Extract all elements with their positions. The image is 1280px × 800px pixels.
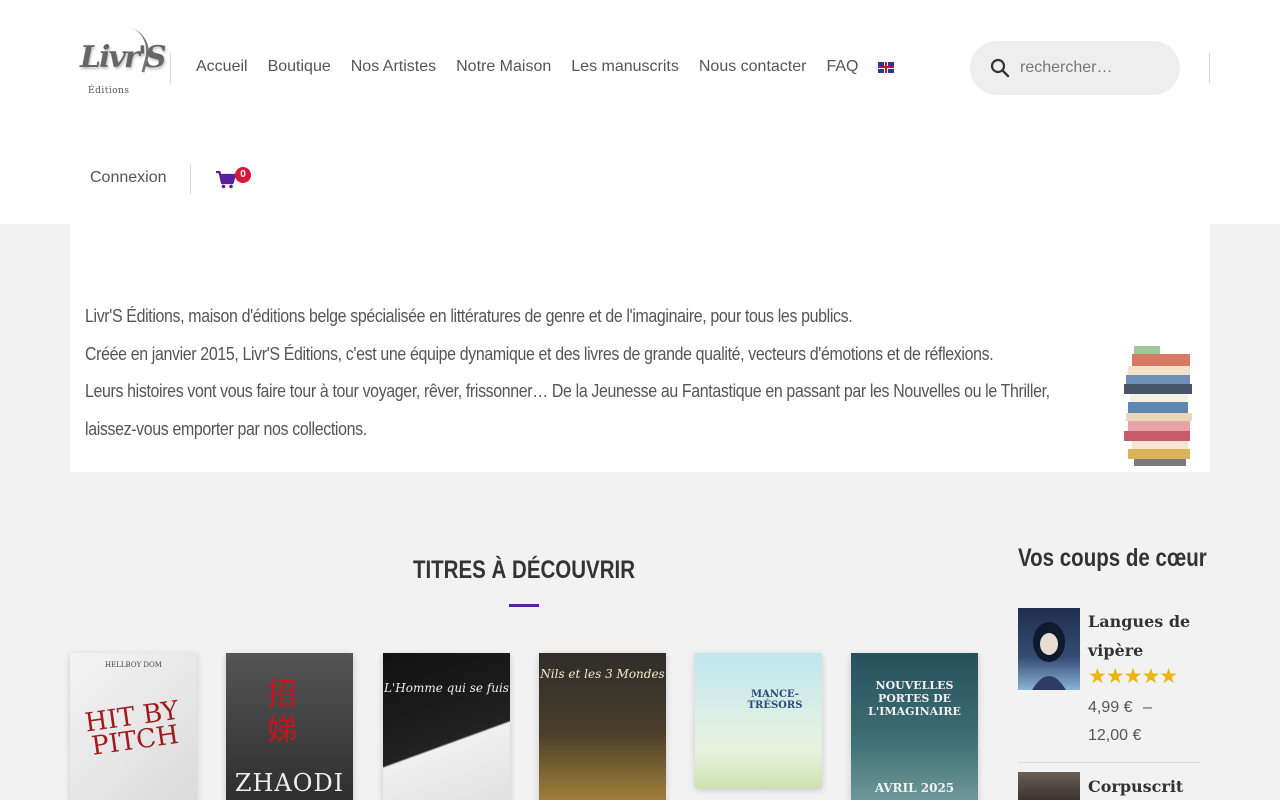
divider xyxy=(170,53,171,83)
nav-nos-artistes[interactable]: Nos Artistes xyxy=(351,58,436,76)
favorite-title[interactable]: Langues de vipère xyxy=(1088,607,1198,665)
search-icon[interactable] xyxy=(990,58,1010,78)
cover-glyphs: 招娣 xyxy=(267,677,297,748)
intro-line: laissez-vous emporter par nos collection… xyxy=(85,417,367,439)
price-range: 4,99 € – xyxy=(1088,699,1152,717)
price-from: 4,99 € xyxy=(1088,699,1133,716)
site-logo[interactable]: Livr'S Éditions xyxy=(80,27,167,106)
nav-les-manuscrits[interactable]: Les manuscrits xyxy=(571,58,679,76)
favorite-title[interactable]: Corpuscrit xyxy=(1088,772,1198,800)
divider xyxy=(1018,762,1200,763)
title-underline xyxy=(509,604,539,607)
logo-subtext: Éditions xyxy=(88,86,130,96)
search-input[interactable] xyxy=(1020,55,1170,81)
product-card[interactable]: Nils et les 3 Mondes xyxy=(539,653,666,800)
intro-text: Livr'S Éditions, maison d'éditions belge… xyxy=(85,297,1050,447)
product-card[interactable]: L'Homme qui se fuis xyxy=(383,653,510,800)
cart-count-badge: 0 xyxy=(235,167,251,183)
sidebar-title: Vos coups de cœur xyxy=(1018,544,1207,572)
intro-line: Livr'S Éditions, maison d'éditions belge… xyxy=(85,305,853,326)
book-stack-illustration xyxy=(1124,346,1192,466)
nav-nous-contacter[interactable]: Nous contacter xyxy=(699,58,807,76)
cover-title: Nils et les 3 Mondes xyxy=(540,667,665,681)
cover-title: HIT BY PITCH xyxy=(83,695,181,762)
product-card[interactable]: HELLBOY DOM HIT BY PITCH xyxy=(70,653,197,800)
cover-title: MANCE-TRÉSORS xyxy=(747,689,803,711)
intro-line: Créée en janvier 2015, Livr'S Éditions, … xyxy=(85,342,994,364)
favorite-thumbnail[interactable] xyxy=(1018,772,1080,800)
nav-boutique[interactable]: Boutique xyxy=(268,58,331,76)
cover-title: ZHAODI xyxy=(234,769,345,797)
cart-button[interactable]: 0 xyxy=(216,167,256,192)
uk-flag-icon[interactable] xyxy=(878,61,895,73)
product-card[interactable]: 招娣 ZHAODI xyxy=(226,653,353,800)
product-card[interactable]: NOUVELLES PORTES DE L'IMAGINAIRE AVRIL 2… xyxy=(851,653,978,800)
section-title: TITRES À DÉCOUVRIR xyxy=(412,556,636,584)
site-header: Livr'S Éditions Accueil Boutique Nos Art… xyxy=(0,0,1280,224)
cover-title: NOUVELLES PORTES DE L'IMAGINAIRE xyxy=(868,679,961,718)
search-box xyxy=(970,41,1180,95)
favorite-thumbnail[interactable] xyxy=(1018,608,1080,690)
price-to: 12,00 € xyxy=(1088,727,1142,744)
intro-line: Leurs histoires vont vous faire tour à t… xyxy=(85,380,1050,401)
main-nav: Accueil Boutique Nos Artistes Notre Mais… xyxy=(196,56,895,78)
cover-author: HELLBOY DOM xyxy=(105,661,162,669)
divider xyxy=(190,164,191,194)
rating-stars: ★★★★★ xyxy=(1088,665,1178,688)
nav-faq[interactable]: FAQ xyxy=(826,58,858,76)
logo-text: Livr'S xyxy=(80,40,167,75)
nav-accueil[interactable]: Accueil xyxy=(196,58,248,76)
divider xyxy=(1209,53,1210,83)
cart-icon xyxy=(216,171,236,189)
price-separator: – xyxy=(1142,699,1152,716)
intro-section: Livr'S Éditions, maison d'éditions belge… xyxy=(70,224,1210,472)
cover-title: L'Homme qui se fuis xyxy=(384,681,509,695)
product-card[interactable]: MANCE-TRÉSORS xyxy=(695,653,822,788)
cover-subtitle: AVRIL 2025 xyxy=(874,781,955,795)
nav-notre-maison[interactable]: Notre Maison xyxy=(456,58,551,76)
cover-figure xyxy=(1032,622,1066,690)
login-link[interactable]: Connexion xyxy=(90,169,167,187)
